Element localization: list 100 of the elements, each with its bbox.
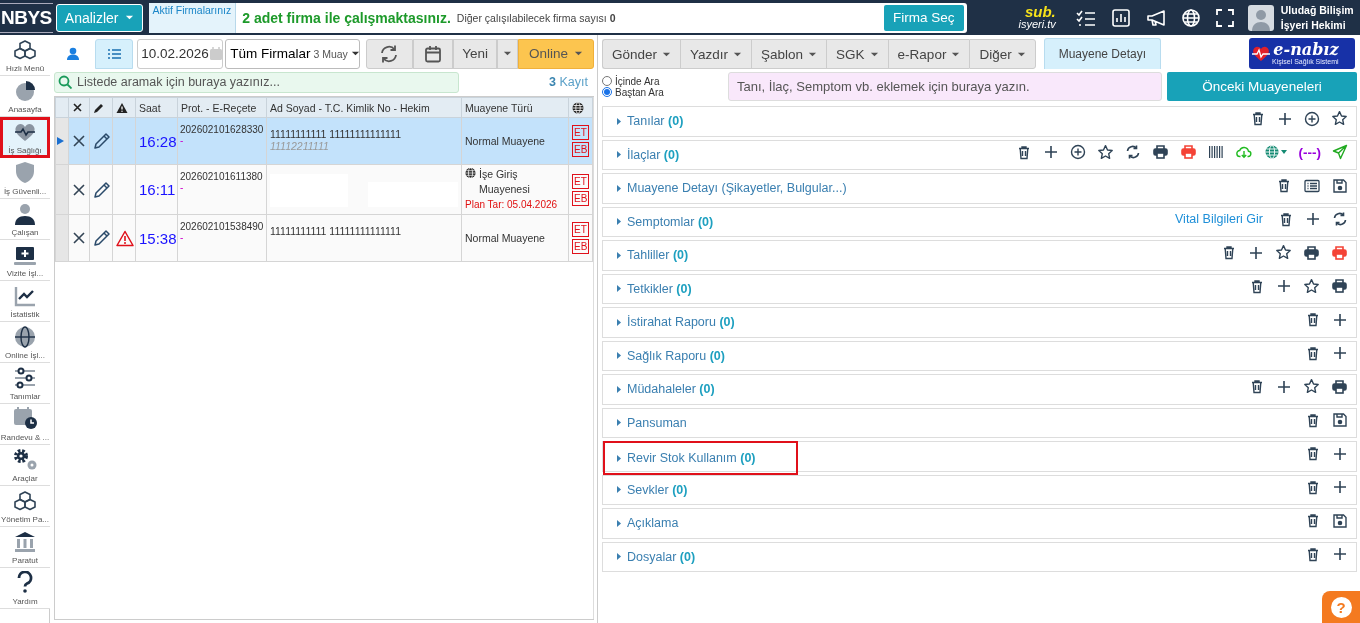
status-tag[interactable]: EB [572,142,589,157]
plus-icon[interactable] [1332,345,1348,361]
firm-filter-dropdown[interactable]: Tüm Firmalar 3 Muay [225,38,361,69]
search-mode-radio[interactable]: Baştan Ara [602,86,728,98]
plus-icon[interactable] [1332,445,1348,462]
section-title[interactable]: İstirahat Raporu (0) [603,308,741,337]
checklist-icon[interactable] [1075,8,1096,27]
toolbar-dropdown[interactable]: Gönder [602,39,681,69]
section-title[interactable]: Dosyalar (0) [603,542,702,571]
trash-icon[interactable] [1305,478,1321,496]
section-title[interactable]: İlaçlar (0) [603,140,686,169]
sidebar-item[interactable]: İş Sağlığı [0,117,50,158]
list-search-field[interactable]: Listede aramak için buraya yazınız... [54,71,459,93]
add-entry-field[interactable]: Tanı, İlaç, Semptom vb. eklemek için buraya yazın. [728,72,1162,101]
column-header[interactable]: Saat [135,97,178,118]
plus-circle-icon[interactable] [1069,144,1086,160]
plus-circle-icon[interactable] [1304,110,1320,127]
star-icon[interactable] [1096,143,1114,161]
sidebar-item[interactable]: İş Güvenli... [0,158,50,199]
sidebar-item[interactable]: Anasayfa [0,76,50,117]
section-title[interactable]: Pansuman [603,408,693,437]
paper-plane-icon[interactable] [1332,144,1348,160]
printer-icon[interactable] [1331,278,1348,294]
sidebar-item[interactable]: Çalışan [0,199,50,240]
plus-icon[interactable] [1276,278,1292,294]
star-icon[interactable] [1275,244,1292,261]
pencil-icon[interactable] [93,132,111,150]
status-tag[interactable]: ET [572,222,589,237]
sidebar-item[interactable]: Online İşl... [0,322,50,363]
sidebar-item[interactable]: Tanımlar [0,363,50,404]
sidebar-item[interactable]: Araçlar [0,445,50,486]
trash-icon[interactable] [1305,311,1321,328]
trash-icon[interactable] [1305,545,1321,563]
trash-icon[interactable] [1305,512,1321,529]
list-view-tab[interactable] [94,38,134,69]
plus-icon[interactable] [1332,546,1348,562]
trash-icon[interactable] [1249,277,1265,295]
vital-signs-link[interactable]: Vital Bilgileri Gir [1175,212,1263,226]
column-header[interactable]: Muayene Türü [461,97,569,118]
sidebar-item[interactable]: Hızlı Menü [0,35,50,76]
detail-tab[interactable]: Muayene Detayı [1043,38,1162,69]
plus-icon[interactable] [1277,110,1293,127]
column-header[interactable]: Ad Soyad - T.C. Kimlik No - Hekim [266,97,462,118]
trash-icon[interactable] [1305,445,1321,462]
star-icon[interactable] [1303,277,1320,295]
trash-icon[interactable] [1221,244,1237,261]
pencil-icon[interactable] [93,229,111,247]
close-icon[interactable] [72,134,86,148]
status-tag[interactable]: ET [572,125,589,140]
plus-icon[interactable] [1276,378,1292,395]
globe-icon[interactable] [1181,8,1200,27]
sidebar-item[interactable]: Randevu & ... [0,404,50,445]
section-title[interactable]: Sağlık Raporu (0) [603,341,731,370]
sidebar-item[interactable]: Yardım [0,568,50,609]
section-title[interactable]: Açıklama [603,509,685,538]
sync-icon[interactable] [1332,211,1348,227]
section-title[interactable]: Tahliller (0) [603,241,695,270]
brand-logo[interactable]: sub. isyeri.tv [1018,4,1056,31]
star-icon[interactable] [1303,378,1320,395]
trash-icon[interactable] [1305,344,1321,362]
printer-icon[interactable] [1151,144,1169,160]
calendar-button[interactable] [412,38,454,69]
bar-chart-icon[interactable] [1111,8,1130,27]
printer-icon[interactable] [1331,378,1348,395]
toolbar-dropdown[interactable]: SGK [826,39,888,69]
new-button[interactable]: Yeni [453,38,498,69]
status-tag[interactable]: EB [572,239,589,254]
plus-icon[interactable] [1332,311,1348,328]
plus-icon[interactable] [1248,244,1264,261]
fullscreen-icon[interactable] [1215,8,1234,27]
avatar-icon[interactable] [1247,4,1274,31]
trash-icon[interactable] [1278,210,1294,228]
close-icon[interactable] [72,182,86,197]
plus-icon[interactable] [1332,479,1348,495]
cloud-download-icon[interactable] [1234,144,1253,160]
toolbar-dropdown[interactable]: Yazdır [680,39,752,69]
trash-icon[interactable] [1305,411,1321,429]
status-tag[interactable]: ET [572,173,589,189]
section-title[interactable]: Tanılar (0) [603,107,690,136]
section-title[interactable]: Sevkler (0) [603,475,694,504]
sidebar-item[interactable]: Paratut [0,527,50,568]
toolbar-dropdown[interactable]: Diğer [969,39,1036,69]
globe-dropdown-icon[interactable] [1263,144,1288,160]
star-icon[interactable] [1331,110,1348,127]
barcode-icon[interactable] [1207,144,1224,160]
sidebar-item[interactable]: Vizite İşl... [0,240,50,281]
refresh-button[interactable] [366,38,413,69]
plus-icon[interactable] [1305,211,1321,227]
date-field[interactable]: 10.02.2026 [137,38,224,69]
sync-icon[interactable] [1124,144,1141,160]
status-tag[interactable]: EB [572,190,589,206]
printer-icon[interactable] [1303,244,1320,261]
active-firms-label[interactable]: Aktif Firmalarınız [148,2,237,33]
search-mode-radio[interactable]: İçinde Ara [602,75,728,87]
code-label[interactable]: (---) [1298,144,1321,160]
column-header[interactable]: Prot. - E-Reçete [177,97,267,118]
sidebar-item[interactable]: İstatistik [0,281,50,322]
section-title[interactable]: Muayene Detayı (Şikayetler, Bulgular...) [603,174,853,203]
toolbar-dropdown[interactable]: Şablon [751,39,827,69]
toolbar-dropdown[interactable]: e-Rapor [887,39,970,69]
